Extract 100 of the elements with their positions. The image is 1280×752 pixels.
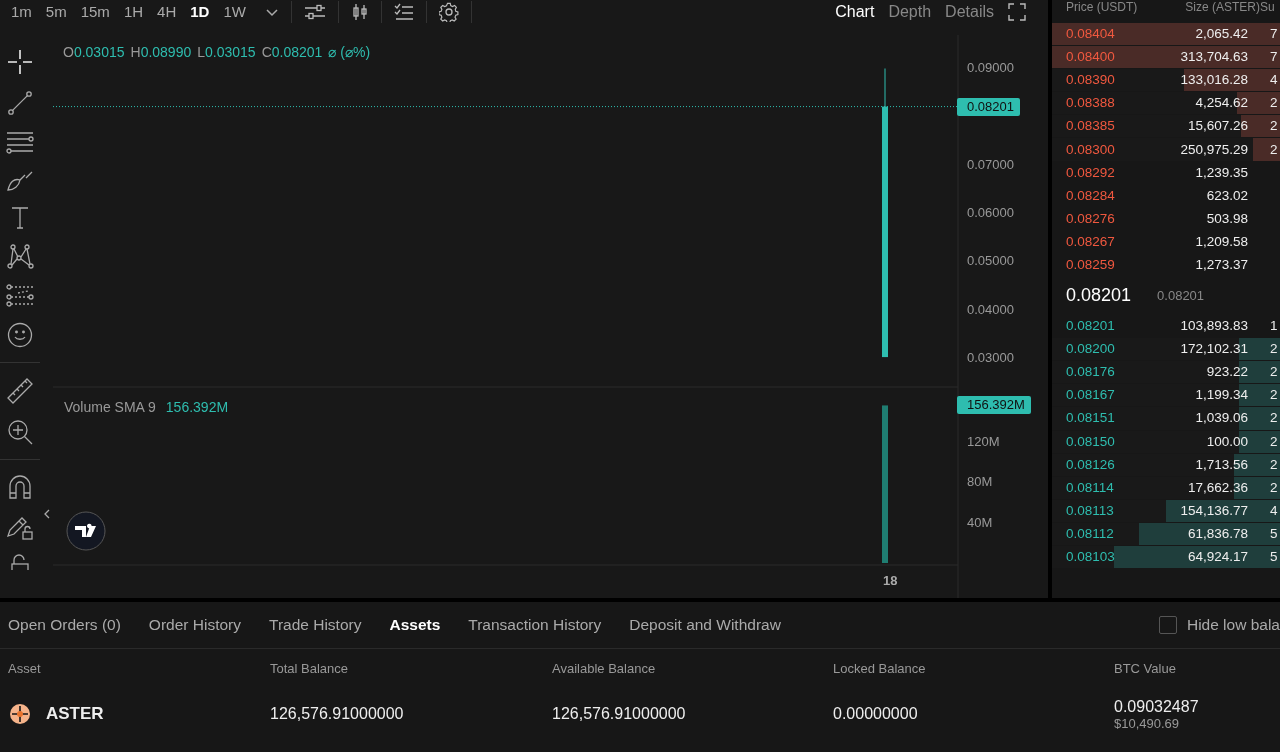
usd-value: $10,490.69	[1114, 715, 1181, 731]
panel-tab[interactable]: Open Orders (0)	[8, 616, 121, 634]
order-size: 313,704.63	[1179, 49, 1248, 65]
bid-price: 0.08112	[1066, 525, 1115, 541]
interval-tab[interactable]: 1H	[116, 2, 151, 22]
order-sum: 5	[1270, 549, 1278, 564]
order-size: 1,209.58	[1194, 233, 1248, 249]
ask-price: 0.08400	[1066, 49, 1116, 65]
magnet-icon[interactable]	[8, 474, 32, 500]
prediction-lines-icon[interactable]	[6, 284, 34, 308]
panel-tab[interactable]: Assets	[389, 616, 441, 634]
bid-price: 0.08151	[1066, 410, 1116, 426]
order-sum: 2	[1270, 341, 1278, 357]
interval-tab[interactable]: 1W	[216, 2, 253, 22]
bid-price: 0.08113	[1066, 502, 1115, 518]
time-tick: 18	[883, 573, 898, 588]
order-sum: 2	[1270, 456, 1278, 472]
candlestick-icon[interactable]	[350, 3, 369, 21]
order-size: 15,607.26	[1186, 118, 1248, 134]
checkbox-label: Hide low bala	[1186, 616, 1280, 634]
volume-badge: 156.392M	[957, 396, 1031, 415]
interval-tab[interactable]: 4H	[150, 2, 184, 22]
order-sum: 1	[1270, 318, 1278, 334]
pattern-icon[interactable]	[6, 244, 34, 270]
order-sum: 2	[1270, 118, 1278, 134]
order-size: 623.02	[1205, 187, 1248, 203]
column-header: Size (ASTER)	[1185, 0, 1260, 14]
ask-price: 0.08388	[1066, 95, 1116, 111]
interval-tab[interactable]: 1m	[4, 2, 39, 22]
order-sum: 7	[1270, 49, 1278, 65]
interval-tab[interactable]: 5m	[38, 2, 74, 22]
ask-price: 0.08385	[1066, 118, 1116, 134]
ask-price: 0.08390	[1066, 72, 1116, 88]
panel-tab[interactable]: Order History	[148, 616, 241, 634]
lock-icon[interactable]	[9, 554, 31, 570]
order-size: 64,924.17	[1186, 549, 1248, 564]
price-tick: 0.04000	[967, 301, 1014, 318]
ask-price: 0.08284	[1066, 187, 1116, 203]
collapse-icon[interactable]	[43, 508, 51, 520]
ohlc-legend: O0.03015 H0.08990 L0.03015 C0.08201 ⌀ (⌀%)	[63, 44, 371, 60]
bid-price: 0.08126	[1066, 456, 1116, 472]
column-header: Price (USDT)	[1066, 0, 1138, 14]
order-size: 4,254.62	[1194, 95, 1248, 111]
order-size: 172,102.31	[1179, 341, 1248, 357]
last-price: 0.08201	[1066, 284, 1132, 306]
view-tab[interactable]: Details	[945, 3, 994, 21]
bid-price: 0.08201	[1066, 318, 1116, 334]
indicator-settings-icon[interactable]	[303, 3, 326, 21]
order-sum: 7	[1270, 26, 1278, 42]
order-size: 923.22	[1205, 364, 1248, 380]
view-tab[interactable]: Chart	[835, 3, 875, 21]
ask-price: 0.08292	[1066, 164, 1116, 180]
bid-price: 0.08200	[1066, 341, 1116, 357]
column-header: Su	[1260, 0, 1275, 14]
ask-price: 0.08276	[1066, 210, 1116, 226]
order-sum: 2	[1270, 433, 1278, 449]
ask-price: 0.08267	[1066, 233, 1116, 249]
checkbox[interactable]	[1158, 616, 1177, 634]
coin-icon	[10, 704, 30, 724]
settings-icon[interactable]	[438, 2, 459, 22]
horizontal-lines-icon[interactable]	[6, 130, 34, 154]
order-size: 2,065.42	[1194, 26, 1248, 42]
interval-tab[interactable]: 1D	[183, 2, 217, 22]
order-sum: 2	[1270, 387, 1278, 403]
zoom-in-icon[interactable]	[7, 419, 33, 445]
ask-price: 0.08259	[1066, 257, 1116, 272]
bid-price: 0.08176	[1066, 364, 1116, 380]
order-size: 100.00	[1205, 433, 1248, 449]
panel-tab[interactable]: Trade History	[269, 616, 362, 634]
order-size: 250,975.29	[1179, 141, 1248, 157]
view-tab[interactable]: Depth	[888, 3, 932, 21]
volume-value: 156.392M	[165, 399, 229, 415]
text-icon[interactable]	[10, 206, 30, 230]
order-size: 61,836.78	[1186, 525, 1248, 541]
panel-tab[interactable]: Deposit and Withdraw	[629, 616, 781, 634]
interval-tab[interactable]: 15m	[73, 2, 117, 22]
column-header: BTC Value	[1114, 660, 1177, 676]
mark-price: 0.08201	[1157, 287, 1205, 303]
order-size: 1,713.56	[1194, 456, 1248, 472]
fullscreen-icon[interactable]	[1008, 3, 1026, 21]
table-cell-text: 126,576.91000000	[552, 705, 687, 723]
column-header: Total Balance	[270, 660, 350, 676]
price-tick: 0.03000	[967, 349, 1014, 366]
btc-value: 0.09032487	[1114, 697, 1200, 716]
price-tick: 0.09000	[967, 60, 1014, 76]
crosshair-icon[interactable]	[6, 48, 34, 76]
volume-label: Volume SMA 9	[64, 399, 156, 415]
trend-line-icon[interactable]	[7, 90, 33, 116]
last-price-badge: 0.08201	[957, 97, 1020, 116]
panel-tab[interactable]: Transaction History	[468, 616, 602, 634]
column-header: Locked Balance	[833, 660, 927, 676]
checklist-icon[interactable]	[393, 3, 414, 21]
price-tick: 0.05000	[967, 253, 1014, 270]
order-size: 133,016.28	[1179, 72, 1248, 88]
ruler-icon[interactable]	[6, 377, 34, 405]
logo-icon[interactable]	[66, 511, 106, 551]
table-cell-text: 126,576.91000000	[270, 705, 405, 723]
order-size: 1,039.06	[1194, 410, 1248, 426]
order-size: 1,273.37	[1194, 257, 1248, 272]
smiley-icon[interactable]	[7, 322, 33, 348]
